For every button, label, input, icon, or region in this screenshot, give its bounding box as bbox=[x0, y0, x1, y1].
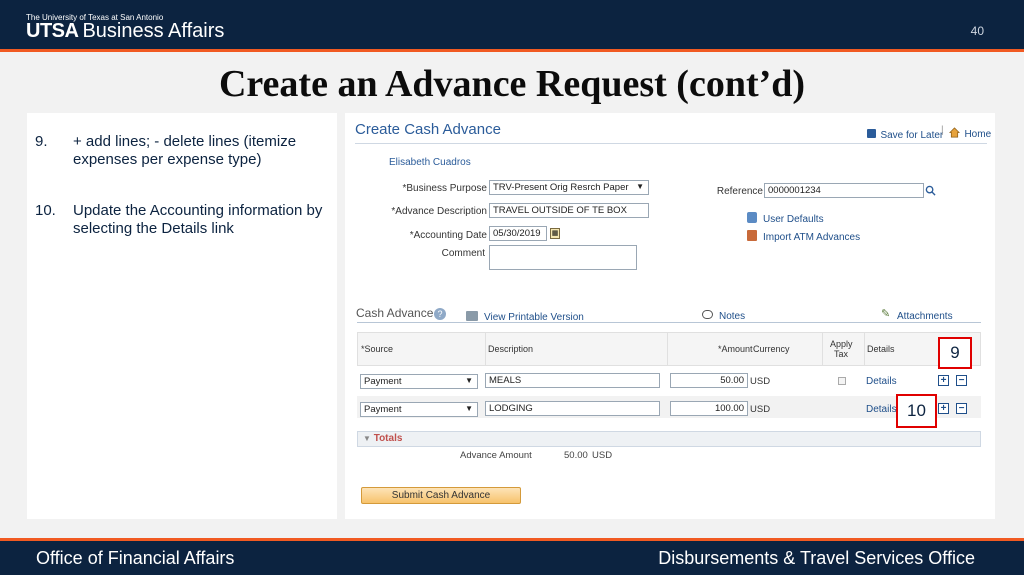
floppy-icon bbox=[867, 129, 876, 139]
row2-currency: USD bbox=[750, 404, 771, 415]
col-divider bbox=[864, 333, 865, 366]
col-description: Description bbox=[488, 344, 534, 354]
col-source: *Source bbox=[361, 344, 394, 354]
brand-text: Business Affairs bbox=[82, 20, 225, 42]
slide-title: Create an Advance Request (cont’d) bbox=[218, 63, 806, 105]
advance-amount-label: Advance Amount bbox=[460, 450, 532, 461]
title-divider bbox=[355, 143, 987, 144]
printer-icon bbox=[466, 310, 478, 321]
advance-description-input[interactable]: TRAVEL OUTSIDE OF TE BOX bbox=[489, 203, 649, 218]
employee-name: Elisabeth Cuadros bbox=[389, 157, 471, 168]
page-number: 40 bbox=[970, 24, 984, 38]
add-row-icon[interactable]: + bbox=[938, 375, 949, 386]
save-for-later-link[interactable]: Save for Later bbox=[867, 125, 943, 143]
row2-source-select[interactable]: Payment ▼ bbox=[360, 402, 478, 417]
home-icon bbox=[949, 127, 960, 138]
reference-label: Reference bbox=[716, 186, 763, 197]
dropdown-arrow-icon: ▼ bbox=[636, 182, 644, 191]
cash-advance-screenshot: Create Cash Advance Save for Later | Hom… bbox=[345, 113, 995, 519]
step-10: 10. Update the Accounting information by… bbox=[35, 202, 335, 262]
header-bar: The University of Texas at San Antonio U… bbox=[0, 0, 1024, 52]
callout-10: 10 bbox=[896, 394, 937, 428]
comment-textarea[interactable] bbox=[489, 245, 637, 270]
totals-label: ▼ Totals bbox=[363, 433, 403, 444]
import-icon bbox=[747, 230, 757, 242]
advance-description-label: *Advance Description bbox=[391, 206, 487, 217]
speech-bubble-icon bbox=[702, 310, 713, 320]
search-icon[interactable] bbox=[925, 185, 936, 196]
paperclip-icon: ✎ bbox=[881, 308, 891, 321]
accounting-date-label: *Accounting Date bbox=[409, 230, 487, 241]
col-divider bbox=[485, 333, 486, 366]
row2-amount-input[interactable]: 100.00 bbox=[670, 401, 748, 416]
advance-amount-value: 50.00 bbox=[564, 450, 588, 461]
business-purpose-label: *Business Purpose bbox=[402, 183, 488, 194]
callout-9: 9 bbox=[938, 337, 972, 369]
row2-description-input[interactable]: LODGING bbox=[485, 401, 660, 416]
col-apply-tax: Apply Tax bbox=[830, 339, 853, 359]
col-currency: Currency bbox=[753, 344, 790, 354]
import-atm-link[interactable]: Import ATM Advances bbox=[747, 227, 860, 245]
calendar-icon[interactable]: ▦ bbox=[550, 228, 560, 239]
add-row-icon[interactable]: + bbox=[938, 403, 949, 414]
totals-bar[interactable]: ▼ Totals bbox=[357, 431, 981, 447]
step-9: 9. + add lines; - delete lines (itemize … bbox=[35, 133, 335, 173]
advance-amount-currency: USD bbox=[592, 450, 613, 461]
col-amount: *Amount bbox=[718, 344, 753, 354]
brand-logo: UTSA Business Affairs bbox=[26, 20, 224, 43]
step-number: 9. bbox=[35, 133, 48, 150]
row1-apply-tax-checkbox[interactable] bbox=[838, 377, 846, 385]
footer-right: Disbursements & Travel Services Office bbox=[658, 548, 975, 568]
step-text: + add lines; - delete lines (itemize exp… bbox=[73, 133, 297, 168]
col-details: Details bbox=[867, 344, 895, 354]
instructions-panel: 9. + add lines; - delete lines (itemize … bbox=[27, 113, 337, 519]
footer-left: Office of Financial Affairs bbox=[36, 548, 235, 568]
accounting-date-input[interactable]: 05/30/2019 bbox=[489, 226, 547, 241]
section-divider bbox=[357, 322, 981, 323]
page-title: Create Cash Advance bbox=[355, 121, 501, 138]
dropdown-arrow-icon: ▼ bbox=[465, 376, 473, 385]
separator: | bbox=[941, 125, 944, 136]
business-purpose-select[interactable]: TRV-Present Orig Resrch Paper ▼ bbox=[489, 180, 649, 195]
col-divider bbox=[822, 333, 823, 366]
brand-bold: UTSA bbox=[26, 20, 79, 42]
col-divider bbox=[667, 333, 668, 366]
row1-amount-input[interactable]: 50.00 bbox=[670, 373, 748, 388]
comment-label: Comment bbox=[441, 248, 485, 259]
step-number: 10. bbox=[35, 202, 56, 219]
delete-row-icon[interactable]: − bbox=[956, 375, 967, 386]
row1-currency: USD bbox=[750, 376, 771, 387]
row1-details-link[interactable]: Details bbox=[866, 376, 897, 387]
help-icon[interactable]: ? bbox=[434, 308, 446, 320]
user-defaults-link[interactable]: User Defaults bbox=[747, 209, 824, 227]
grid-header: *Source Description *Amount Currency App… bbox=[357, 332, 981, 366]
submit-cash-advance-button[interactable]: Submit Cash Advance bbox=[361, 487, 521, 504]
reference-input[interactable]: 0000001234 bbox=[764, 183, 924, 198]
row1-source-select[interactable]: Payment ▼ bbox=[360, 374, 478, 389]
row1-description-input[interactable]: MEALS bbox=[485, 373, 660, 388]
collapse-arrow-icon: ▼ bbox=[363, 434, 371, 443]
step-text: Update the Accounting information by sel… bbox=[73, 202, 323, 237]
user-defaults-icon bbox=[747, 212, 757, 224]
delete-row-icon[interactable]: − bbox=[956, 403, 967, 414]
row2-details-link[interactable]: Details bbox=[866, 404, 897, 415]
section-title: Cash Advance bbox=[356, 306, 434, 320]
home-link[interactable]: Home bbox=[949, 124, 991, 142]
dropdown-arrow-icon: ▼ bbox=[465, 404, 473, 413]
